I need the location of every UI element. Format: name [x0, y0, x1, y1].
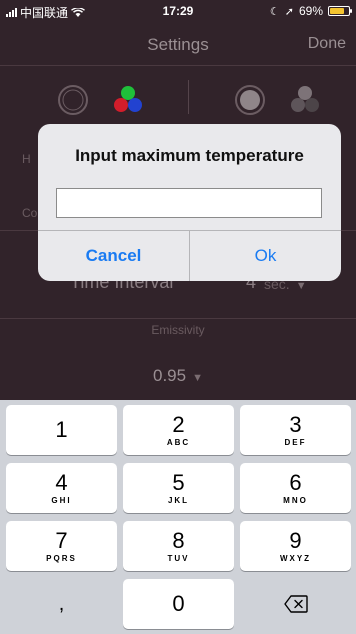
- battery-percent: 69%: [298, 4, 323, 18]
- key-9[interactable]: 9 WXYZ: [240, 521, 351, 571]
- max-temperature-input[interactable]: [56, 188, 322, 218]
- moon-icon: ☾: [269, 5, 280, 18]
- key-6[interactable]: 6 MNO: [240, 463, 351, 513]
- key-digit: 3: [289, 412, 302, 437]
- backspace-icon: [283, 595, 308, 613]
- key-letters: WXYZ: [279, 554, 312, 563]
- key-digit: 9: [289, 528, 302, 553]
- battery-icon: [328, 6, 352, 16]
- key-2[interactable]: 2 ABC: [123, 405, 234, 455]
- key-letters: PQRS: [46, 554, 77, 563]
- nav-bar: Settings Done: [0, 22, 356, 66]
- key-4[interactable]: 4 GHI: [6, 463, 117, 513]
- page-title: Settings: [147, 35, 209, 54]
- key-comma[interactable]: ,: [6, 579, 117, 629]
- grayscale-palette-icon[interactable]: [55, 82, 91, 118]
- key-digit: 0: [172, 591, 185, 616]
- key-letters: TUV: [167, 554, 190, 563]
- gray-palette-icon[interactable]: [287, 82, 323, 118]
- palette-row: [0, 72, 356, 128]
- location-icon: ➚: [284, 5, 294, 18]
- white-circle-icon[interactable]: [232, 82, 268, 118]
- key-letters: GHI: [51, 496, 72, 505]
- key-digit: 8: [172, 528, 185, 553]
- row-c-label: Co: [22, 206, 38, 220]
- key-7[interactable]: 7 PQRS: [6, 521, 117, 571]
- key-1[interactable]: 1: [6, 405, 117, 455]
- row-h-label: H: [22, 152, 31, 166]
- key-digit: ,: [58, 593, 65, 615]
- key-letters: JKL: [167, 496, 190, 505]
- delete-key[interactable]: [240, 579, 351, 629]
- key-5[interactable]: 5 JKL: [123, 463, 234, 513]
- key-digit: 4: [55, 470, 68, 495]
- temperature-alert: Input maximum temperature Cancel Ok: [38, 124, 341, 281]
- numeric-keypad: 1 2 ABC 3 DEF 4 GHI 5 JKL 6 MNO 7 PQRS 8 TUV 9W…: [0, 400, 356, 634]
- emissivity-label: Emissivity: [151, 323, 205, 337]
- status-bar: 中国联通 17:29 ☾ ➚ 69%: [0, 0, 356, 22]
- ok-button[interactable]: Ok: [190, 230, 341, 281]
- chevron-down-icon: ▼: [295, 280, 307, 292]
- emissivity-value: 0.95: [153, 366, 187, 385]
- done-button[interactable]: Done: [308, 35, 346, 53]
- key-digit: 7: [55, 528, 68, 553]
- row-separator: [0, 318, 356, 319]
- key-3[interactable]: 3 DEF: [240, 405, 351, 455]
- key-8[interactable]: 8 TUV: [123, 521, 234, 571]
- key-digit: 1: [55, 417, 68, 442]
- key-digit: 5: [172, 470, 185, 495]
- cancel-button[interactable]: Cancel: [38, 230, 189, 281]
- rgb-palette-icon[interactable]: [110, 82, 146, 118]
- key-letters: ABC: [166, 438, 191, 447]
- key-letters: DEF: [284, 438, 307, 447]
- emissivity-selector[interactable]: 0.95 ▼: [0, 366, 356, 386]
- chevron-down-icon: ▼: [192, 372, 203, 384]
- key-digit: 2: [172, 412, 185, 437]
- key-0[interactable]: 0: [123, 579, 234, 629]
- key-digit: 6: [289, 470, 302, 495]
- palette-divider: [188, 80, 189, 114]
- alert-title: Input maximum temperature: [75, 146, 304, 165]
- key-letters: MNO: [283, 496, 308, 505]
